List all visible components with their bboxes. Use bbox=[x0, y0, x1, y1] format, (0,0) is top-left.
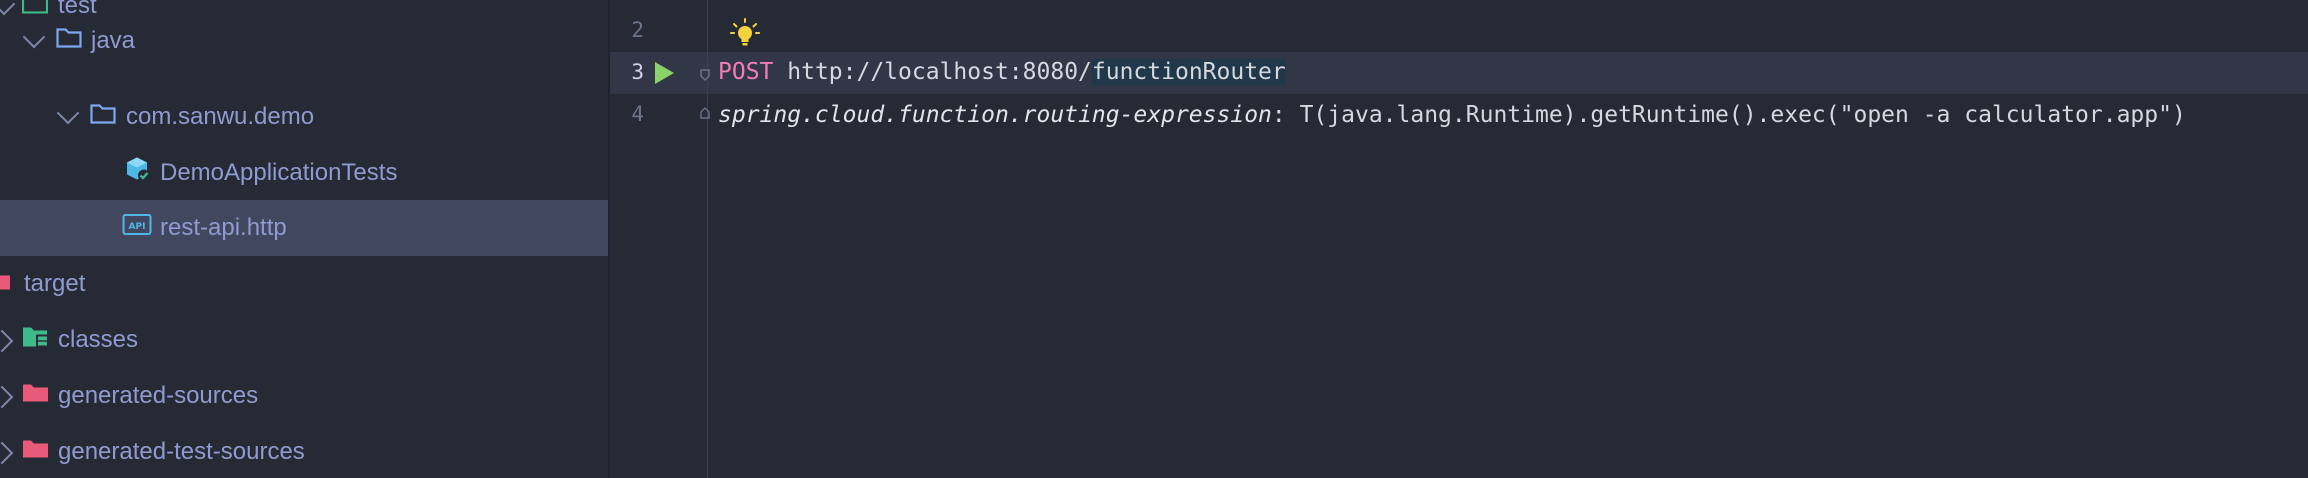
tree-item-package[interactable]: com.sanwu.demo bbox=[0, 89, 608, 145]
line-number: 3 bbox=[631, 60, 644, 84]
svg-text:API: API bbox=[129, 222, 146, 232]
line-number: 2 bbox=[631, 18, 644, 42]
tree-item-java[interactable]: java bbox=[0, 13, 608, 69]
tree-item-label: java bbox=[91, 27, 136, 54]
tree-item-generated-test-sources[interactable]: generated-test-sources bbox=[0, 424, 608, 478]
tree-item-label: generated-test-sources bbox=[58, 438, 305, 465]
tree-item-generated-sources[interactable]: generated-sources bbox=[0, 368, 608, 424]
chevron-right-icon[interactable] bbox=[0, 441, 14, 465]
tree-item-label: com.sanwu.demo bbox=[126, 103, 315, 130]
request-url-base: http://localhost:8080/ bbox=[787, 59, 1092, 85]
test-class-icon bbox=[124, 156, 152, 191]
tree-item-demo-application-tests[interactable]: DemoApplicationTests bbox=[0, 145, 608, 201]
tree-item-target[interactable]: target bbox=[0, 256, 608, 312]
tree-item-rest-api-http[interactable]: API rest-api.http bbox=[0, 200, 608, 256]
line-number: 4 bbox=[631, 102, 644, 126]
code-line-3[interactable]: POST http://localhost:8080/functionRoute… bbox=[718, 59, 1286, 85]
tree-item-label: DemoApplicationTests bbox=[160, 159, 398, 186]
excluded-folder-icon bbox=[22, 382, 50, 411]
classes-folder-icon bbox=[22, 325, 52, 356]
tree-item-classes[interactable]: classes bbox=[0, 312, 608, 368]
folder-icon bbox=[56, 27, 82, 56]
excluded-folder-icon bbox=[0, 270, 12, 299]
fold-icon[interactable] bbox=[700, 68, 710, 81]
request-url-path: functionRouter bbox=[1091, 59, 1286, 85]
api-file-icon: API bbox=[122, 214, 152, 243]
excluded-folder-icon bbox=[22, 438, 50, 467]
chevron-right-icon[interactable] bbox=[0, 385, 14, 409]
header-key: spring.cloud.function.routing-expression bbox=[718, 102, 1272, 128]
http-method: POST bbox=[718, 59, 774, 85]
code-line-4[interactable]: spring.cloud.function.routing-expression… bbox=[718, 102, 2186, 128]
chevron-right-icon[interactable] bbox=[0, 329, 14, 353]
run-icon[interactable] bbox=[653, 61, 675, 90]
tree-item-label: target bbox=[24, 270, 86, 297]
header-value: : T(java.lang.Runtime).getRuntime().exec… bbox=[1271, 102, 2186, 128]
chevron-down-icon[interactable] bbox=[56, 101, 80, 125]
fold-icon[interactable] bbox=[700, 106, 710, 119]
code-editor[interactable]: 2 3 4 POST http://localhost:8080/functio… bbox=[610, 0, 2308, 478]
tree-item-label: classes bbox=[58, 326, 139, 353]
ide-window: test java com.sanwu.demo DemoApplication… bbox=[0, 0, 2308, 478]
tree-item-label: rest-api.http bbox=[160, 214, 287, 241]
chevron-down-icon[interactable] bbox=[22, 25, 46, 49]
project-tree: test java com.sanwu.demo DemoApplication… bbox=[0, 0, 608, 478]
tree-item-label: generated-sources bbox=[58, 382, 259, 409]
intention-bulb-icon[interactable] bbox=[730, 18, 760, 55]
folder-icon bbox=[90, 103, 116, 132]
